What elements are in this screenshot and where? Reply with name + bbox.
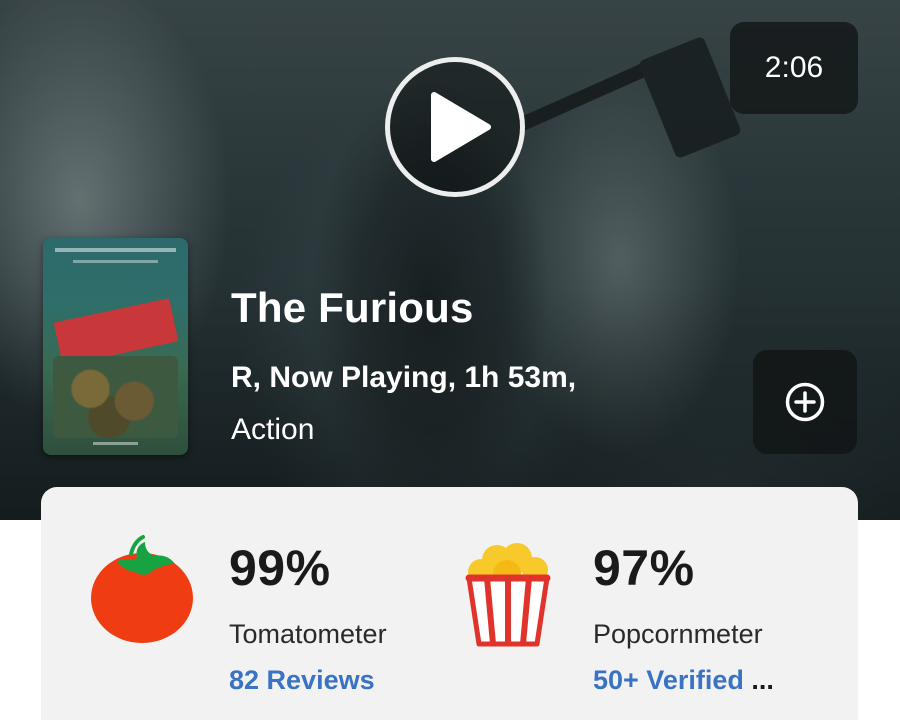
popcorn-icon <box>463 532 573 647</box>
popcornmeter-label: Popcornmeter <box>593 619 763 649</box>
movie-title: The Furious <box>231 284 474 331</box>
popcornmeter-ratings-ellipsis: ... <box>751 665 774 695</box>
plus-circle-icon <box>785 382 825 422</box>
movie-meta: R, Now Playing, 1h 53m, <box>231 361 577 394</box>
add-to-watchlist-button[interactable] <box>753 350 857 454</box>
movie-poster[interactable] <box>43 238 188 455</box>
scores-card: 99% Tomatometer 82 Reviews 97% Popcornme… <box>41 487 858 720</box>
popcornmeter-percent: 97% <box>593 540 695 596</box>
tomato-icon <box>87 532 197 647</box>
poster-art <box>93 442 138 445</box>
trailer-hero[interactable]: 2:06 The Furious R, Now Playing, 1h 53m,… <box>0 0 900 520</box>
popcornmeter-ratings-link-text: 50+ Verified <box>593 665 744 695</box>
play-trailer-button[interactable] <box>385 57 525 197</box>
tomatometer-label: Tomatometer <box>229 619 387 649</box>
poster-art <box>73 260 158 263</box>
trailer-duration: 2:06 <box>730 22 858 114</box>
poster-art <box>55 248 176 252</box>
play-icon <box>431 92 491 162</box>
tomatometer-percent: 99% <box>229 540 331 596</box>
movie-genre: Action <box>231 413 315 446</box>
tomatometer-reviews-link[interactable]: 82 Reviews <box>229 665 375 696</box>
popcornmeter-ratings-link[interactable]: 50+ Verified ... <box>593 665 774 696</box>
poster-art <box>53 356 178 438</box>
